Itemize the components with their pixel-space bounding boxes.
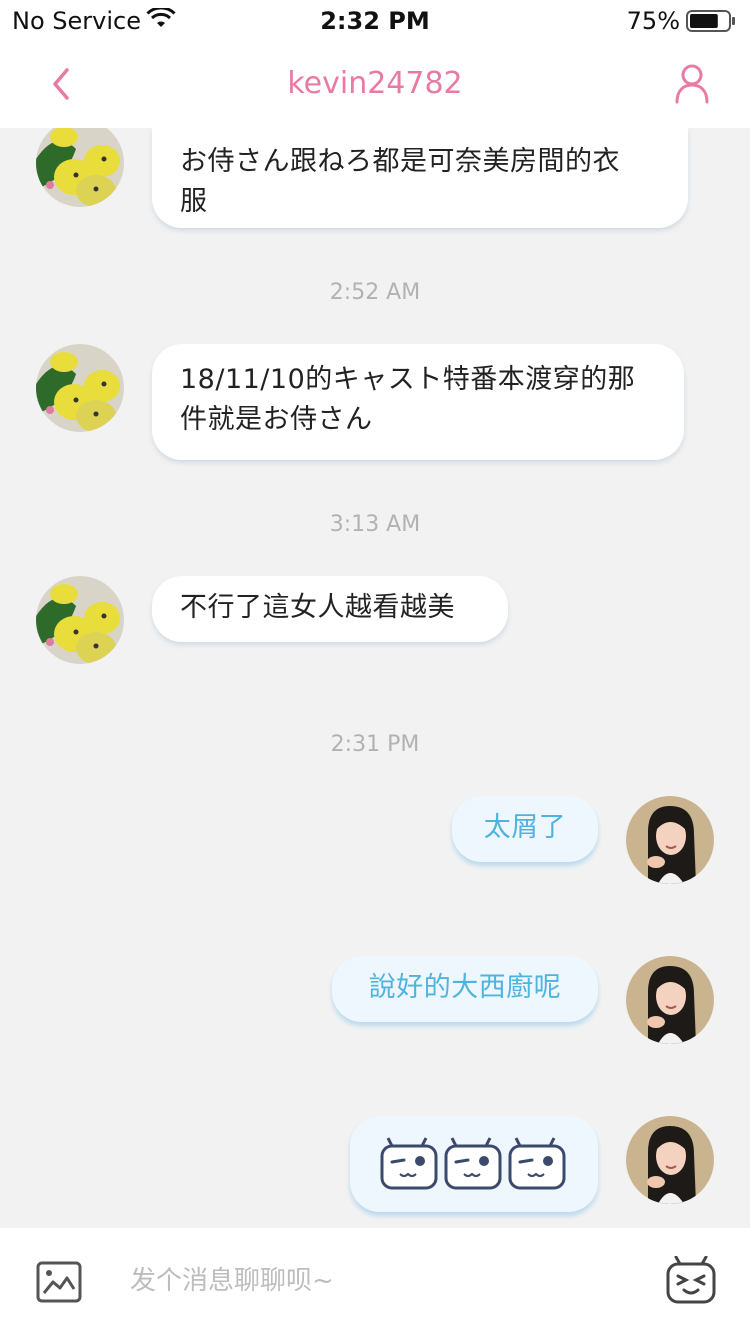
message-text: 18/11/10的キャスト特番本渡穿的那: [180, 364, 636, 395]
message-bubble-outgoing-emoji[interactable]: [350, 1116, 598, 1212]
message-text: 件就是お侍さん: [180, 404, 373, 435]
message-list[interactable]: お侍さん跟ねろ都是可奈美房間的衣 服 2:52 AM 18/11/10的キャスト…: [0, 128, 750, 1228]
my-avatar[interactable]: [626, 796, 714, 884]
navigation-bar: kevin24782: [0, 40, 750, 128]
chat-screen: No Service 2:32 PM 75% kevin24782 お侍さん跟ね…: [0, 0, 750, 1334]
tv-face-emoji-icon: [380, 1137, 566, 1190]
message-bubble-outgoing[interactable]: 太屑了: [452, 796, 598, 862]
message-timestamp: 3:13 AM: [329, 512, 421, 537]
message-text: 說好的大西廚呢: [368, 972, 562, 1003]
message-composer: [0, 1228, 750, 1334]
battery-icon: [686, 10, 735, 32]
message-bubble-incoming[interactable]: 18/11/10的キャスト特番本渡穿的那 件就是お侍さん: [152, 344, 684, 460]
message-text: 太屑了: [483, 812, 567, 843]
sender-avatar[interactable]: [36, 576, 124, 664]
message-input[interactable]: [130, 1258, 610, 1304]
chat-title: kevin24782: [287, 66, 463, 101]
message-bubble-outgoing[interactable]: 說好的大西廚呢: [332, 956, 598, 1022]
message-timestamp: 2:31 PM: [330, 732, 420, 757]
message-text: お侍さん跟ねろ都是可奈美房間的衣: [180, 146, 620, 177]
battery-percent: 75%: [626, 7, 680, 35]
message-bubble-incoming[interactable]: お侍さん跟ねろ都是可奈美房間的衣 服: [152, 128, 688, 228]
message-timestamp: 2:52 AM: [329, 280, 421, 305]
my-avatar[interactable]: [626, 1116, 714, 1204]
image-icon[interactable]: [36, 1261, 82, 1303]
tv-emoji-icon[interactable]: [666, 1256, 716, 1306]
sender-avatar[interactable]: [36, 128, 124, 207]
message-text: 不行了這女人越看越美: [180, 592, 455, 623]
my-avatar[interactable]: [626, 956, 714, 1044]
user-icon: [675, 64, 709, 104]
sender-avatar[interactable]: [36, 344, 124, 432]
profile-button[interactable]: [670, 62, 714, 106]
message-text: 服: [180, 186, 208, 217]
status-bar: No Service 2:32 PM 75%: [0, 0, 750, 40]
message-bubble-incoming[interactable]: 不行了這女人越看越美: [152, 576, 508, 642]
